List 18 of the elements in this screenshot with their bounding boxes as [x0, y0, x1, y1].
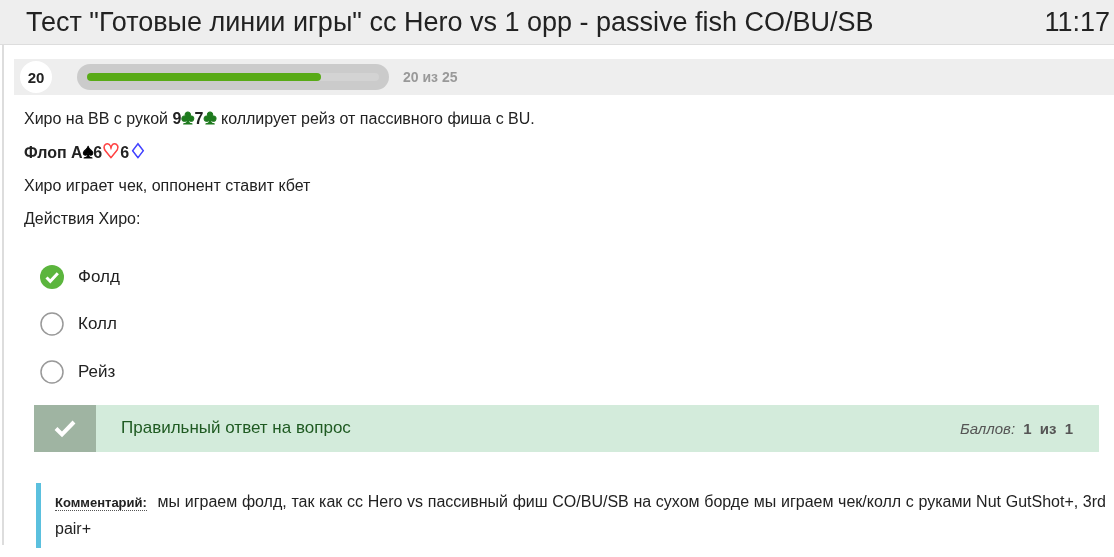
timer: 11:17 [1044, 6, 1110, 38]
option-label[interactable]: Фолд [78, 266, 120, 287]
feedback-text: Правильный ответ на вопрос [121, 418, 352, 438]
question-text: Хиро играет чек, оппонент ставит кбет [24, 176, 312, 196]
test-title: Тест "Готовые линии игры" cc Hero vs 1 opp - passive fish CO/BU/SB [26, 6, 874, 38]
option-label[interactable]: Колл [78, 314, 117, 335]
question-text: Флоп А♠6♡6♢ [24, 139, 149, 164]
radio-button[interactable] [40, 359, 64, 384]
question-text: Хиро на BB с рукой 9♣7♣ коллирует рейз от пассивного фиша с BU. [24, 105, 536, 130]
question-number: 20 [20, 61, 52, 93]
score-text: Баллов: 1 из 1 [959, 419, 1073, 437]
comment-text: Комментарий: мы играем фолд, так как cc Hero vs пассивный фиш CO/BU/SB на сухом борде мы играем чек/колл с руками Nut GutShot+, 3rd pair+ [55, 491, 1106, 539]
check-circle-icon[interactable] [40, 264, 64, 289]
checkmark-icon [34, 404, 96, 452]
radio-button[interactable] [40, 312, 64, 337]
progress-label: 20 из 25 [403, 69, 458, 85]
option-label[interactable]: Рейз [78, 361, 116, 382]
question-text: Действия Хиро: [24, 209, 142, 229]
